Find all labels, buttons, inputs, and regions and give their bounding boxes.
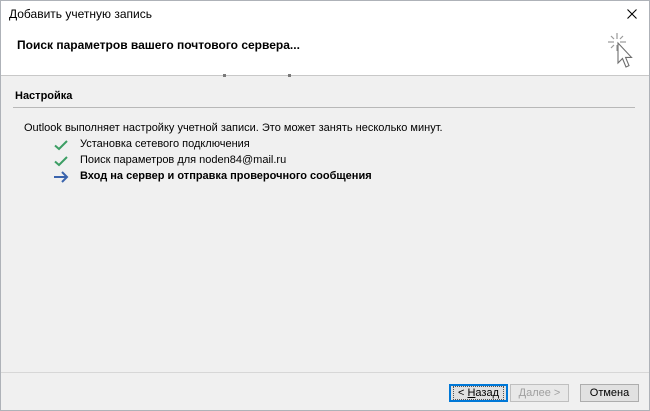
page-heading: Поиск параметров вашего почтового сервер… xyxy=(17,38,300,52)
next-button[interactable]: Далее > xyxy=(510,384,569,402)
checkmark-icon xyxy=(54,140,68,151)
close-button[interactable] xyxy=(615,1,649,27)
step-label: Установка сетевого подключения xyxy=(80,138,250,150)
header-divider-dot xyxy=(288,74,291,77)
section-title: Настройка xyxy=(15,90,73,102)
window-title: Добавить учетную запись xyxy=(9,7,152,21)
section-divider xyxy=(13,107,635,108)
wizard-header: Поиск параметров вашего почтового сервер… xyxy=(1,27,649,76)
arrow-right-icon xyxy=(54,171,69,183)
wizard-sparkle-cursor-icon xyxy=(608,33,633,68)
step-label: Вход на сервер и отправка проверочного с… xyxy=(80,170,372,182)
back-button[interactable]: < Назад xyxy=(449,384,508,402)
step-label: Поиск параметров для noden84@mail.ru xyxy=(80,154,287,166)
status-message: Outlook выполняет настройку учетной запи… xyxy=(24,122,443,134)
add-account-dialog: Добавить учетную запись Поиск параметров… xyxy=(0,0,650,411)
footer-divider xyxy=(1,372,649,373)
close-icon xyxy=(627,9,637,19)
cancel-button[interactable]: Отмена xyxy=(580,384,639,402)
header-divider-dot xyxy=(223,74,226,77)
title-bar: Добавить учетную запись xyxy=(1,1,649,27)
checkmark-icon xyxy=(54,156,68,167)
